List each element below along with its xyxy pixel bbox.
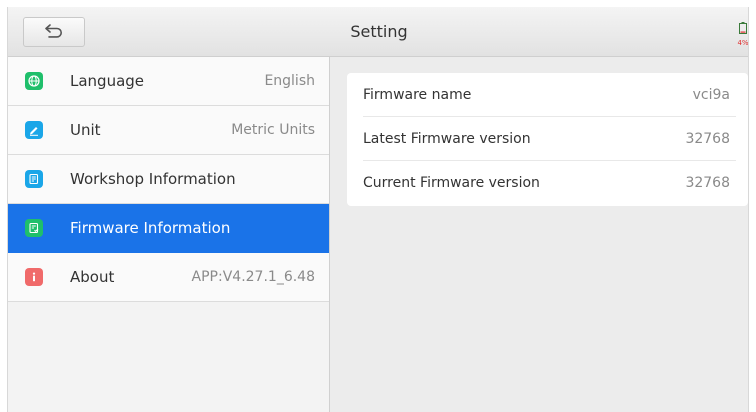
document-icon <box>25 170 43 188</box>
language-value: English <box>264 73 315 89</box>
battery-percent: 4% <box>737 39 749 47</box>
firmware-name-value: vci9a <box>692 86 730 103</box>
sidebar-item-label: Firmware Information <box>70 219 231 237</box>
pencil-icon <box>25 121 43 139</box>
firmware-name-row: Firmware name vci9a <box>363 73 736 117</box>
sidebar-item-label: Workshop Information <box>70 170 236 188</box>
app-version-value: APP:V4.27.1_6.48 <box>191 269 315 285</box>
latest-firmware-version-row: Latest Firmware version 32768 <box>363 117 736 161</box>
device-screen: Setting 4% Language English Unit Metric … <box>7 7 749 412</box>
firmware-info-card: Firmware name vci9a Latest Firmware vers… <box>347 73 748 206</box>
current-firmware-version-label: Current Firmware version <box>363 175 540 191</box>
sidebar-item-workshop-information[interactable]: Workshop Information <box>8 155 329 204</box>
battery-icon <box>739 19 747 38</box>
sidebar-item-unit[interactable]: Unit Metric Units <box>8 106 329 155</box>
battery-status: 4% <box>736 19 749 47</box>
settings-sidebar: Language English Unit Metric Units Works… <box>8 57 330 412</box>
current-firmware-version-row: Current Firmware version 32768 <box>363 161 736 205</box>
info-icon <box>25 268 43 286</box>
latest-firmware-version-value: 32768 <box>685 130 730 147</box>
unit-value: Metric Units <box>231 122 315 138</box>
sidebar-item-label: Language <box>70 72 145 90</box>
current-firmware-version-value: 32768 <box>685 175 730 191</box>
sidebar-item-label: Unit <box>70 121 101 139</box>
sidebar-item-language[interactable]: Language English <box>8 57 329 106</box>
sidebar-item-firmware-information[interactable]: Firmware Information <box>8 204 329 253</box>
firmware-name-label: Firmware name <box>363 86 472 103</box>
document-check-icon <box>25 219 43 237</box>
page-title: Setting <box>350 22 408 41</box>
latest-firmware-version-label: Latest Firmware version <box>363 130 531 147</box>
top-bar: Setting 4% <box>8 7 749 57</box>
sidebar-item-about[interactable]: About APP:V4.27.1_6.48 <box>8 253 329 302</box>
globe-icon <box>25 72 43 90</box>
sidebar-item-label: About <box>70 268 115 286</box>
